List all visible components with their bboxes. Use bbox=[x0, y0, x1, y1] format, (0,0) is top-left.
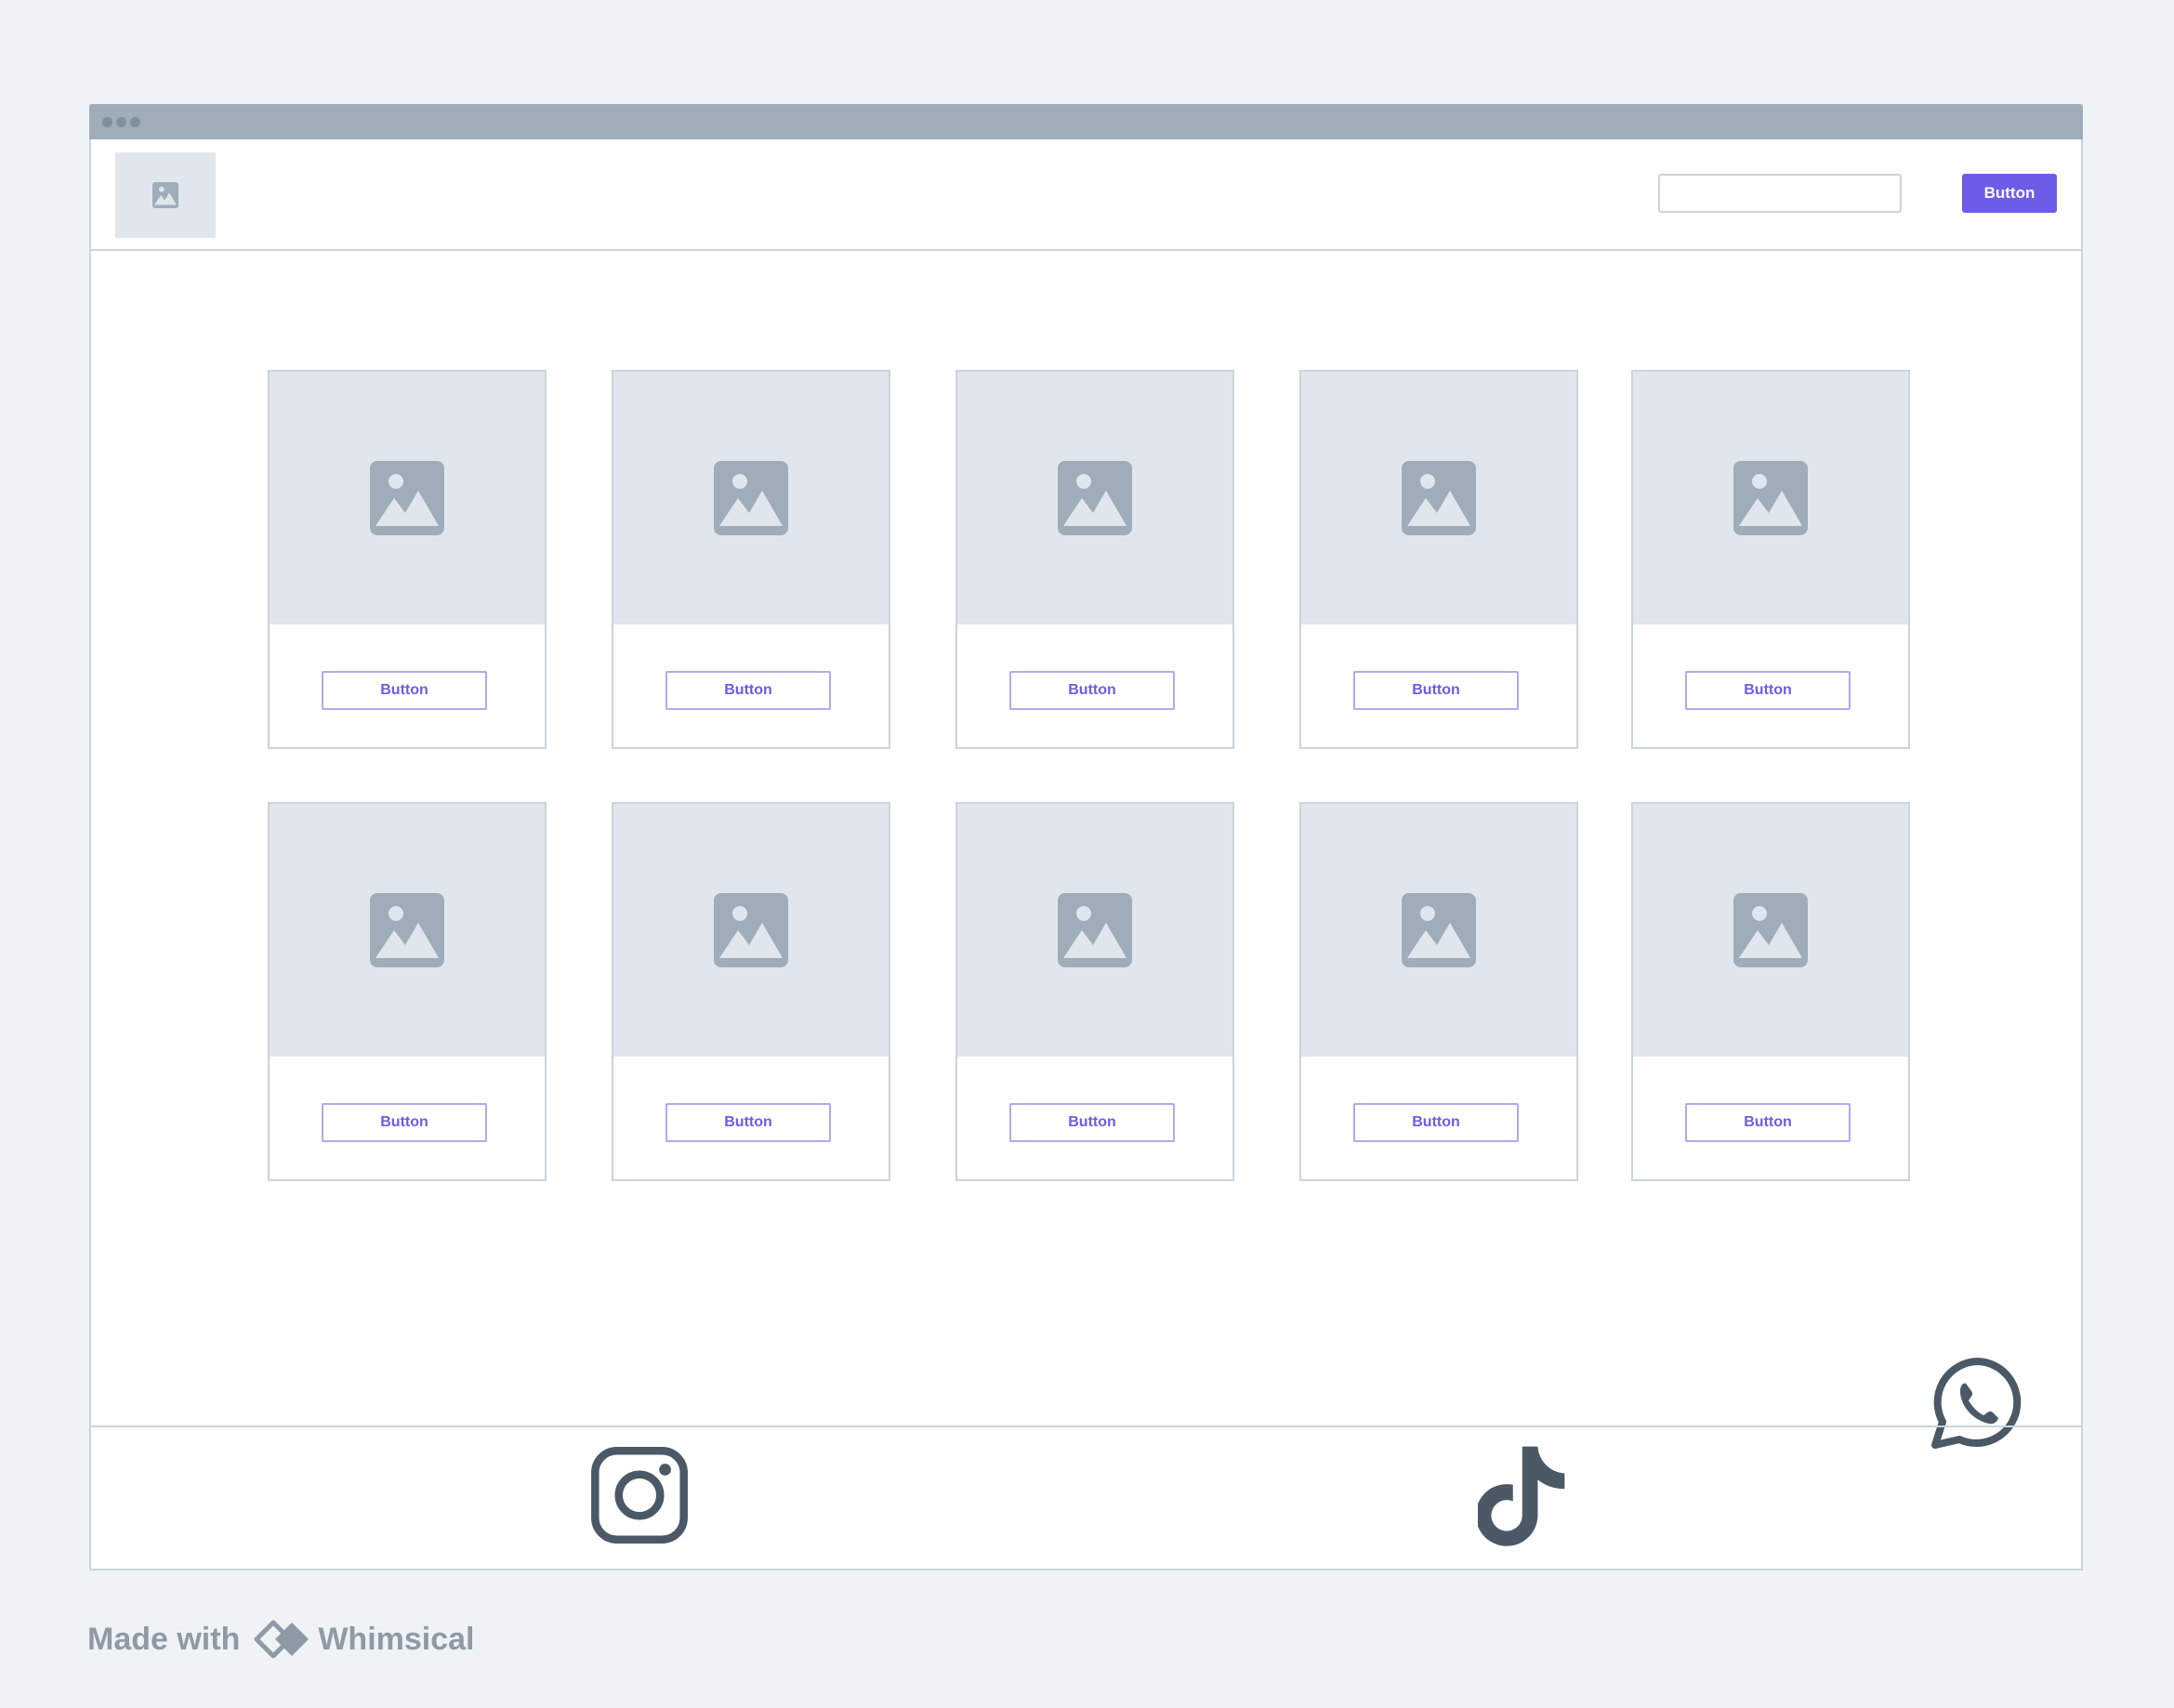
product-card[interactable]: Button bbox=[1631, 802, 1910, 1181]
product-card[interactable]: Button bbox=[612, 370, 890, 749]
card-image-placeholder[interactable] bbox=[1301, 804, 1576, 1057]
card-image-placeholder[interactable] bbox=[270, 804, 545, 1057]
image-placeholder-icon bbox=[714, 893, 788, 967]
product-card[interactable]: Button bbox=[955, 802, 1234, 1181]
card-button[interactable]: Button bbox=[1353, 671, 1519, 710]
watermark-prefix: Made with bbox=[87, 1621, 241, 1657]
card-image-placeholder[interactable] bbox=[270, 372, 545, 624]
whimsical-watermark[interactable]: Made with Whimsical bbox=[87, 1617, 475, 1662]
card-image-placeholder[interactable] bbox=[957, 372, 1232, 624]
window-control-dot[interactable] bbox=[130, 117, 140, 127]
card-button[interactable]: Button bbox=[322, 671, 487, 710]
image-placeholder-icon bbox=[370, 461, 444, 535]
whimsical-logo-icon bbox=[254, 1620, 310, 1659]
image-placeholder-icon bbox=[1058, 461, 1132, 535]
header-button[interactable]: Button bbox=[1962, 174, 2057, 213]
card-button[interactable]: Button bbox=[1353, 1103, 1519, 1142]
image-placeholder-icon bbox=[1402, 893, 1476, 967]
card-image-placeholder[interactable] bbox=[1633, 804, 1908, 1057]
product-card[interactable]: Button bbox=[268, 370, 547, 749]
image-placeholder-icon bbox=[1733, 461, 1808, 535]
image-placeholder-icon bbox=[152, 182, 178, 208]
search-input[interactable] bbox=[1658, 174, 1902, 213]
product-card[interactable]: Button bbox=[1631, 370, 1910, 749]
card-button[interactable]: Button bbox=[665, 1103, 831, 1142]
site-footer bbox=[91, 1426, 2081, 1569]
card-button[interactable]: Button bbox=[1009, 671, 1175, 710]
card-button[interactable]: Button bbox=[1685, 1103, 1851, 1142]
card-button[interactable]: Button bbox=[322, 1103, 487, 1142]
image-placeholder-icon bbox=[1733, 893, 1808, 967]
product-card[interactable]: Button bbox=[1299, 370, 1578, 749]
image-placeholder-icon bbox=[1058, 893, 1132, 967]
card-button[interactable]: Button bbox=[1685, 671, 1851, 710]
card-image-placeholder[interactable] bbox=[1633, 372, 1908, 624]
product-card[interactable]: Button bbox=[268, 802, 547, 1181]
tiktok-icon[interactable] bbox=[1478, 1444, 1571, 1548]
logo-placeholder[interactable] bbox=[115, 152, 216, 238]
card-image-placeholder[interactable] bbox=[613, 804, 889, 1057]
image-placeholder-icon bbox=[714, 461, 788, 535]
card-image-placeholder[interactable] bbox=[957, 804, 1232, 1057]
site-header: Button bbox=[91, 139, 2081, 251]
window-titlebar bbox=[89, 104, 2083, 139]
window-control-dot[interactable] bbox=[116, 117, 126, 127]
card-button[interactable]: Button bbox=[665, 671, 831, 710]
instagram-icon[interactable] bbox=[590, 1446, 689, 1544]
product-card[interactable]: Button bbox=[1299, 802, 1578, 1181]
card-image-placeholder[interactable] bbox=[613, 372, 889, 624]
product-card[interactable]: Button bbox=[955, 370, 1234, 749]
image-placeholder-icon bbox=[370, 893, 444, 967]
browser-window: Button Button Button Button Button Button But… bbox=[89, 104, 2083, 1570]
watermark-brand: Whimsical bbox=[318, 1621, 475, 1657]
window-control-dot[interactable] bbox=[102, 117, 112, 127]
product-card[interactable]: Button bbox=[612, 802, 890, 1181]
image-placeholder-icon bbox=[1402, 461, 1476, 535]
card-button[interactable]: Button bbox=[1009, 1103, 1175, 1142]
card-image-placeholder[interactable] bbox=[1301, 372, 1576, 624]
